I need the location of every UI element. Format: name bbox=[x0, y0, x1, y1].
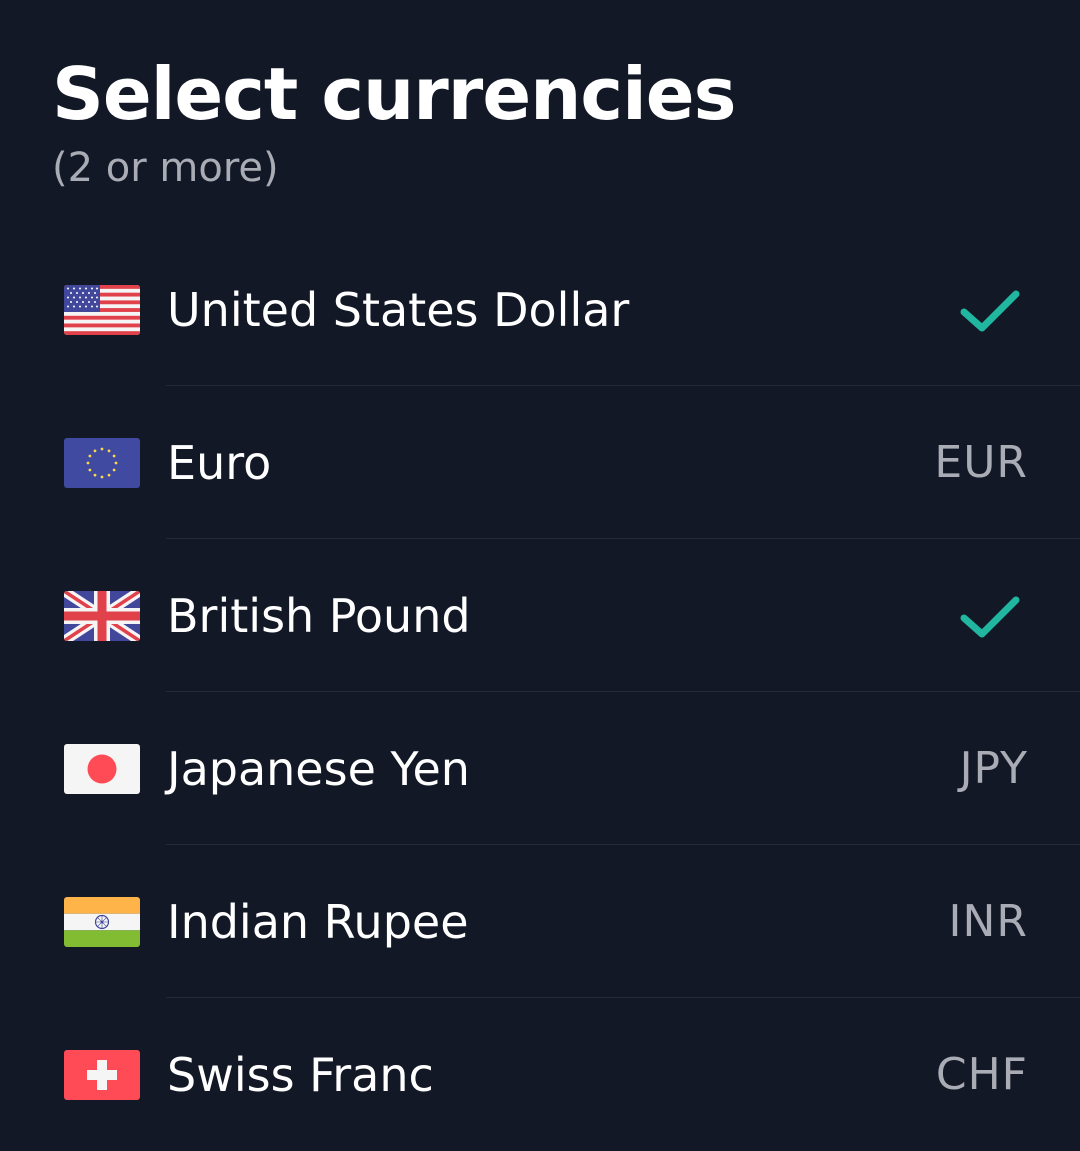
currency-row-gbp[interactable]: British Pound bbox=[0, 539, 1080, 692]
currency-row-chf[interactable]: Swiss Franc CHF bbox=[0, 998, 1080, 1151]
uk-flag-icon bbox=[64, 591, 140, 641]
currency-name: United States Dollar bbox=[167, 283, 630, 337]
checkmark-icon bbox=[960, 596, 1020, 638]
currency-row-usd[interactable]: United States Dollar bbox=[0, 233, 1080, 386]
currency-name: Indian Rupee bbox=[167, 895, 469, 949]
page-subtitle: (2 or more) bbox=[52, 145, 279, 191]
eu-flag-icon bbox=[64, 438, 140, 488]
japan-flag-icon bbox=[64, 744, 140, 794]
currency-list: United States Dollar Euro EUR British Po… bbox=[0, 233, 1080, 1151]
currency-code: JPY bbox=[959, 743, 1028, 794]
currency-row-inr[interactable]: Indian Rupee INR bbox=[0, 845, 1080, 998]
currency-code: INR bbox=[948, 896, 1028, 947]
swiss-flag-icon bbox=[64, 1050, 140, 1100]
currency-name: Swiss Franc bbox=[167, 1048, 434, 1102]
currency-row-jpy[interactable]: Japanese Yen JPY bbox=[0, 692, 1080, 845]
us-flag-icon bbox=[64, 285, 140, 335]
currency-name: Euro bbox=[167, 436, 272, 490]
currency-name: British Pound bbox=[167, 589, 471, 643]
checkmark-icon bbox=[960, 290, 1020, 332]
currency-code: EUR bbox=[934, 437, 1028, 488]
currency-name: Japanese Yen bbox=[167, 742, 470, 796]
currency-code: CHF bbox=[935, 1049, 1028, 1100]
india-flag-icon bbox=[64, 897, 140, 947]
page-header: Select currencies (2 or more) bbox=[52, 52, 736, 192]
currency-row-eur[interactable]: Euro EUR bbox=[0, 386, 1080, 539]
page-title: Select currencies bbox=[52, 52, 736, 136]
